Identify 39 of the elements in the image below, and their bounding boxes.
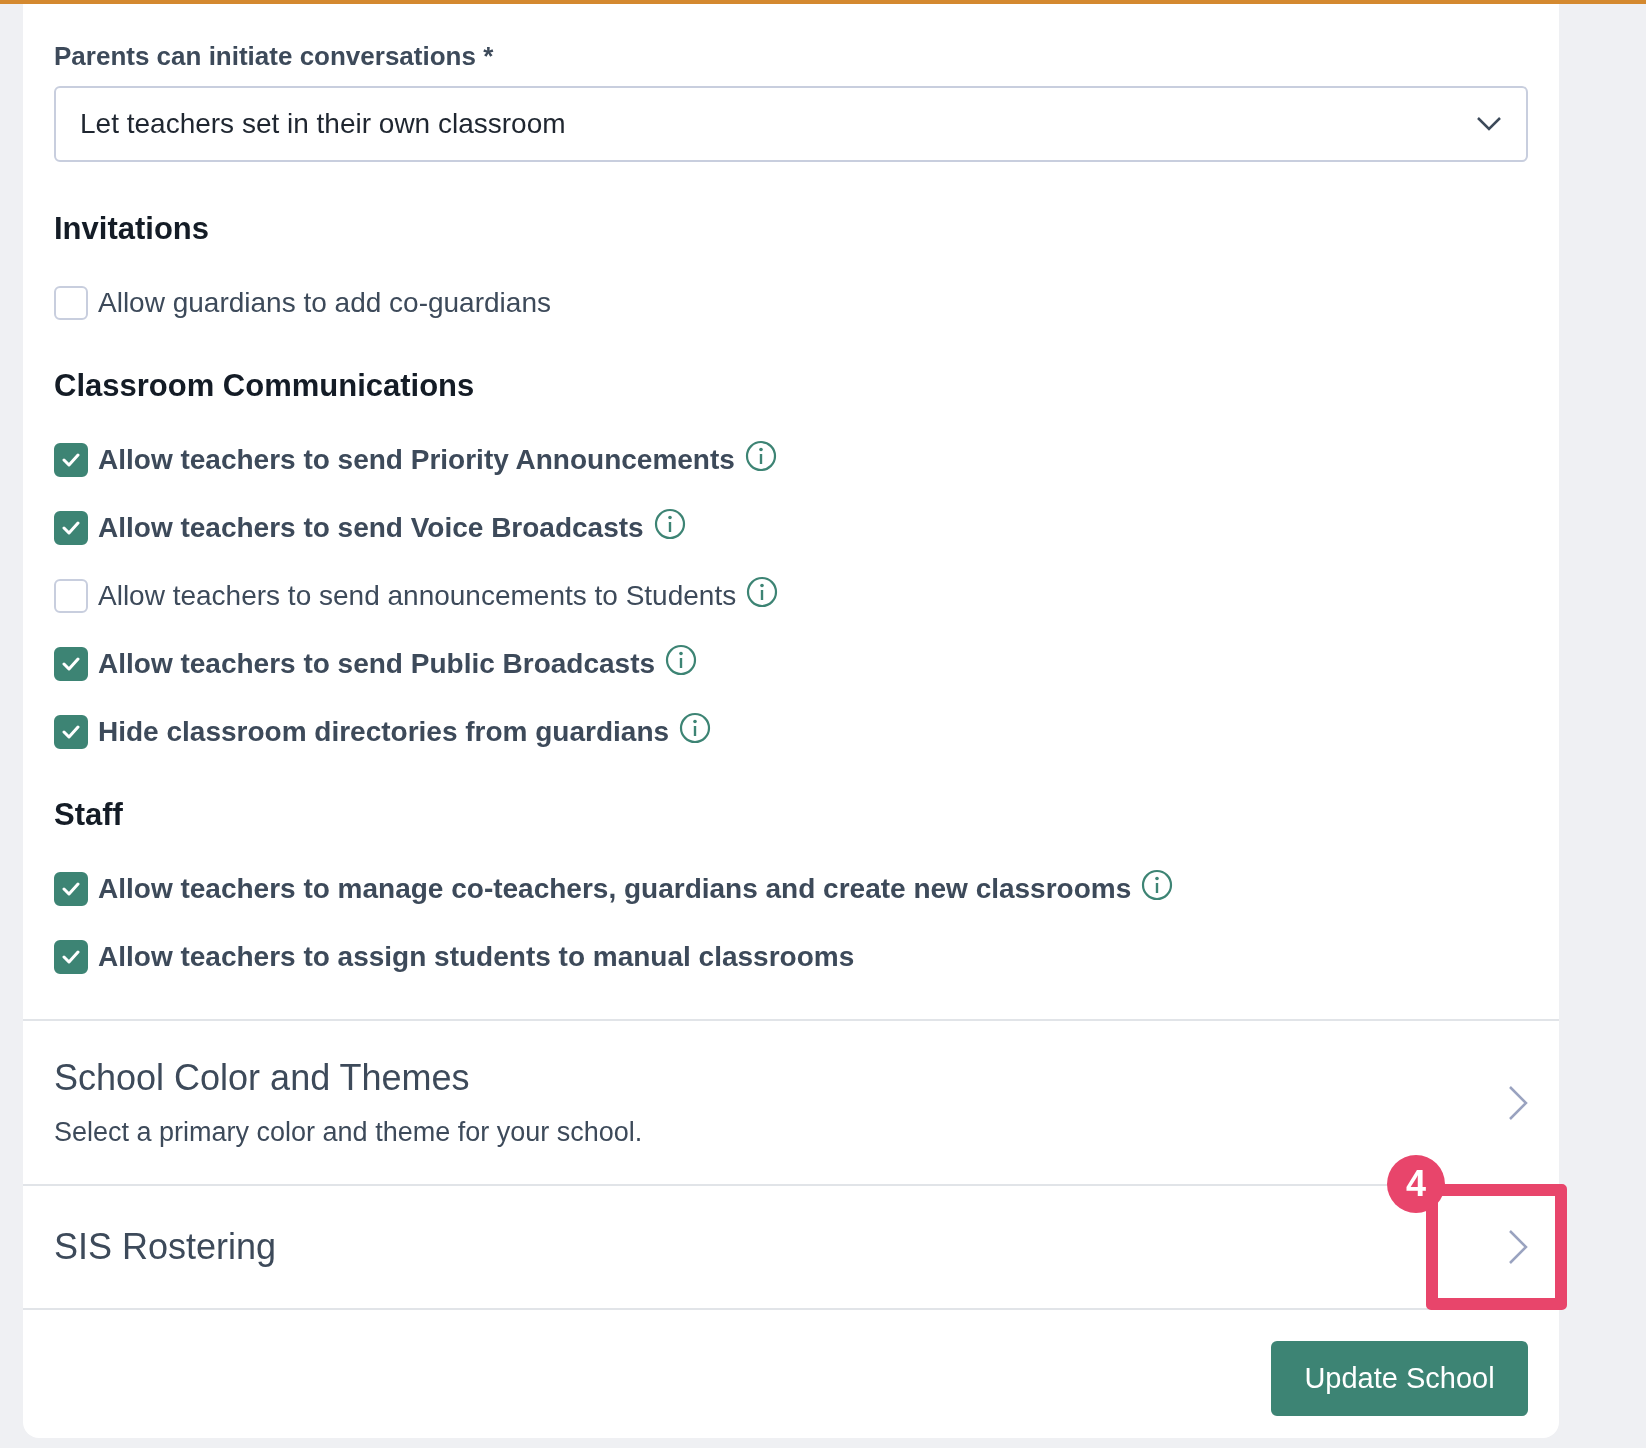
info-icon[interactable] <box>665 644 698 676</box>
checkmark-icon <box>62 725 80 739</box>
option-label: Allow guardians to add co-guardians <box>98 287 551 319</box>
option-label: Allow teachers to send Priority Announcements <box>98 444 735 476</box>
option-label: Allow teachers to send announcements to Students <box>98 580 737 612</box>
option-label: Allow teachers to assign students to manual classrooms <box>98 941 855 973</box>
link-title: SIS Rostering <box>54 1226 277 1268</box>
option-label: Allow teachers to manage co-teachers, guardians and create new classrooms <box>98 873 1132 905</box>
checkmark-icon <box>62 950 80 964</box>
step-badge: 4 <box>1387 1155 1445 1213</box>
option-label: Allow teachers to send Voice Broadcasts <box>98 512 644 544</box>
chevron-right-icon[interactable] <box>1508 1229 1528 1265</box>
link-title: School Color and Themes <box>54 1057 471 1099</box>
checkbox[interactable] <box>54 647 88 681</box>
checkmark-icon <box>62 453 80 467</box>
checkmark-icon <box>62 657 80 671</box>
info-icon[interactable] <box>653 508 686 540</box>
checkbox[interactable] <box>54 443 88 477</box>
checkbox[interactable] <box>54 872 88 906</box>
info-icon[interactable] <box>1141 869 1174 901</box>
section-heading: Invitations <box>54 211 210 247</box>
conversation-dropdown[interactable]: Let teachers set in their own classroom <box>54 86 1528 162</box>
chevron-down-icon <box>1476 116 1502 132</box>
info-icon[interactable] <box>744 440 777 472</box>
section-heading: Classroom Communications <box>54 368 476 404</box>
checkbox[interactable] <box>54 715 88 749</box>
option-label: Hide classroom directories from guardians <box>98 716 670 748</box>
chevron-right-icon[interactable] <box>1508 1084 1528 1121</box>
section-heading: Staff <box>54 797 124 833</box>
link-subtitle: Select a primary color and theme for your school. <box>54 1117 643 1148</box>
checkmark-icon <box>62 521 80 535</box>
checkbox[interactable] <box>54 940 88 974</box>
info-icon[interactable] <box>746 576 779 608</box>
checkmark-icon <box>62 882 80 896</box>
info-icon[interactable] <box>679 712 712 744</box>
checkbox[interactable] <box>54 511 88 545</box>
update-school-button[interactable]: Update School <box>1271 1341 1528 1416</box>
field-label: Parents can initiate conversations * <box>54 40 495 72</box>
option-label: Allow teachers to send Public Broadcasts <box>98 648 656 680</box>
